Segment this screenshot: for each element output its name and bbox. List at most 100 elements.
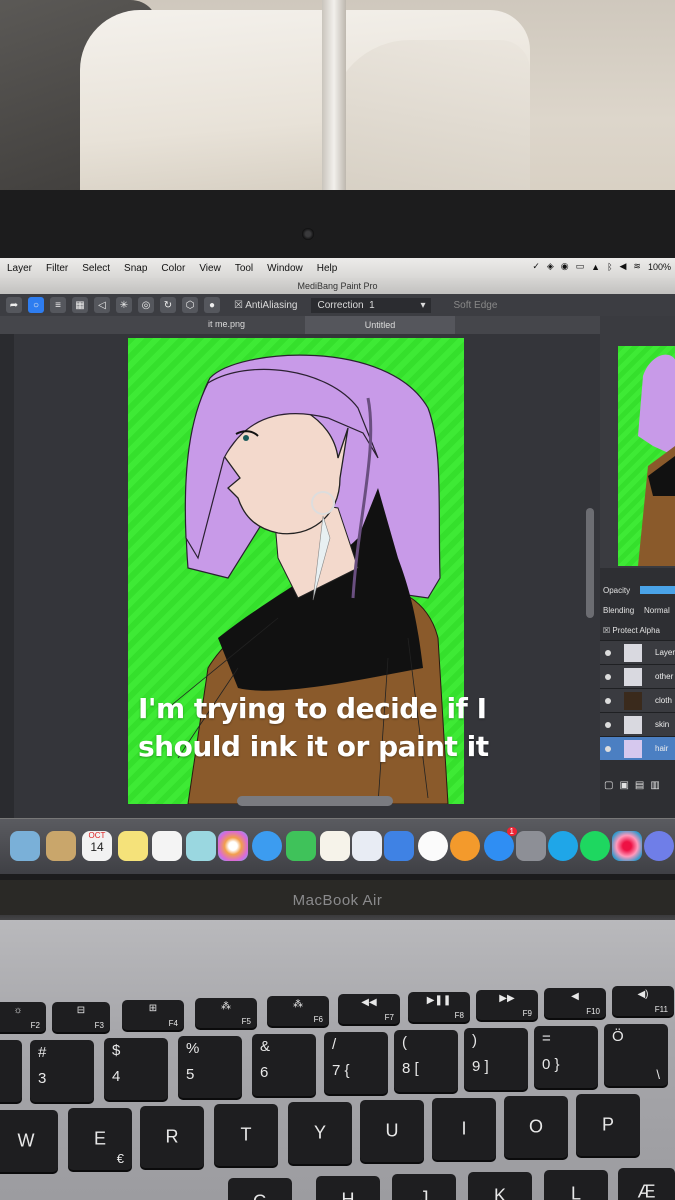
menu-filter[interactable]: Filter — [39, 263, 75, 274]
key-t[interactable]: T — [214, 1104, 278, 1166]
shield-icon[interactable]: ◈ — [547, 261, 554, 272]
visibility-icon[interactable] — [605, 722, 611, 728]
menu-select[interactable]: Select — [75, 263, 117, 274]
concentric-select-icon[interactable]: ◎ — [138, 297, 154, 313]
calendar-icon[interactable]: OCT 14 — [82, 831, 112, 861]
pages-icon[interactable] — [320, 831, 350, 861]
key-o-umlaut[interactable]: Ö \ — [604, 1024, 668, 1086]
menu-color[interactable]: Color — [154, 263, 192, 274]
duplicate-layer-icon[interactable]: ▣ — [619, 780, 628, 791]
key-j[interactable]: J — [392, 1174, 456, 1200]
correction-select[interactable]: Correction 1 ▾ — [311, 297, 432, 313]
music-icon[interactable] — [418, 831, 448, 861]
antialiasing-checkbox[interactable]: ☒ AntiAliasing — [234, 300, 297, 311]
visibility-icon[interactable] — [605, 698, 611, 704]
layer-row-skin[interactable]: skin — [600, 712, 675, 736]
key-6[interactable]: & 6 — [252, 1034, 316, 1096]
key-r[interactable]: R — [140, 1106, 204, 1168]
menu-view[interactable]: View — [192, 263, 228, 274]
layer-row-cloth[interactable]: cloth — [600, 688, 675, 712]
visibility-icon[interactable] — [605, 746, 611, 752]
key-f3[interactable]: ⊟ F3 — [52, 1002, 110, 1032]
key-7[interactable]: /7 { — [324, 1032, 388, 1094]
key-f10[interactable]: ◀ F10 — [544, 988, 606, 1018]
chrome-icon[interactable] — [612, 831, 642, 861]
books-icon[interactable] — [450, 831, 480, 861]
new-layer-icon[interactable]: ▢ — [604, 780, 613, 791]
key-l[interactable]: L — [544, 1170, 608, 1200]
key-u[interactable]: U — [360, 1100, 424, 1162]
curve-select-icon[interactable]: ↻ — [160, 297, 176, 313]
numbers-icon[interactable] — [352, 831, 382, 861]
menu-help[interactable]: Help — [310, 263, 345, 274]
key-8[interactable]: (8 [ — [394, 1030, 458, 1092]
sync-icon[interactable]: ◉ — [561, 261, 569, 272]
spotify-icon[interactable] — [580, 831, 610, 861]
folder-icon[interactable]: ▤ — [635, 780, 644, 791]
key-g[interactable]: G — [228, 1178, 292, 1200]
horizontal-scrollbar[interactable] — [237, 796, 393, 806]
key-5[interactable]: % 5 — [178, 1036, 242, 1098]
key-f6[interactable]: ⁂ F6 — [267, 996, 329, 1026]
arrow-tool-icon[interactable]: ➦ — [6, 297, 22, 313]
bluetooth-icon[interactable]: ᛒ — [607, 262, 612, 272]
key-2[interactable] — [0, 1040, 22, 1102]
key-f2[interactable]: ☼ F2 — [0, 1002, 46, 1032]
visibility-icon[interactable] — [605, 674, 611, 680]
facetime-icon[interactable] — [286, 831, 316, 861]
key-9[interactable]: ) 9 ] — [464, 1028, 528, 1090]
key-w[interactable]: W — [0, 1110, 58, 1172]
preview-icon[interactable] — [10, 831, 40, 861]
key-f5[interactable]: ⁂ F5 — [195, 998, 257, 1028]
key-p[interactable]: P — [576, 1094, 640, 1156]
vertical-scrollbar[interactable] — [586, 508, 594, 618]
key-f11[interactable]: ◀) F11 — [612, 986, 674, 1016]
wifi-icon[interactable]: ≋ — [633, 261, 641, 272]
grid-select-icon[interactable]: ▦ — [72, 297, 88, 313]
key-0[interactable]: = 0 } — [534, 1026, 598, 1088]
protect-alpha-checkbox[interactable]: ☒ Protect Alpha — [603, 626, 660, 635]
key-y[interactable]: Y — [288, 1102, 352, 1164]
system-preferences-icon[interactable] — [516, 831, 546, 861]
polygon-select-icon[interactable]: ⬡ — [182, 297, 198, 313]
check-icon[interactable]: ✓ — [532, 261, 540, 272]
discord-icon[interactable] — [644, 831, 674, 861]
layer-row-layer[interactable]: Layer — [600, 640, 675, 664]
key-f4[interactable]: ⊞ F4 — [122, 1000, 184, 1030]
photo-booth-icon[interactable] — [186, 831, 216, 861]
messages-icon[interactable] — [252, 831, 282, 861]
visibility-icon[interactable] — [605, 650, 611, 656]
tab-untitled[interactable]: Untitled — [305, 316, 455, 334]
key-o[interactable]: O — [504, 1096, 568, 1158]
lasso-select-icon[interactable]: ○ — [28, 297, 44, 313]
tab-it-me[interactable]: it me.png — [208, 319, 245, 329]
reminders-icon[interactable] — [152, 831, 182, 861]
photos-icon[interactable] — [218, 831, 248, 861]
blending-select[interactable]: Normal — [644, 606, 670, 615]
key-i[interactable]: I — [432, 1098, 496, 1160]
volume-icon[interactable]: ◀ — [620, 261, 627, 272]
key-ae[interactable]: Æ — [618, 1168, 675, 1200]
angle-select-icon[interactable]: ◁ — [94, 297, 110, 313]
navigator-preview[interactable] — [618, 346, 675, 566]
soft-edge-option[interactable]: Soft Edge — [453, 300, 497, 311]
stripes-select-icon[interactable]: ≡ — [50, 297, 66, 313]
key-f7[interactable]: ◀◀ F7 — [338, 994, 400, 1024]
radial-select-icon[interactable]: ✳ — [116, 297, 132, 313]
key-f8[interactable]: ▶❚❚ F8 — [408, 992, 470, 1022]
layer-row-other[interactable]: other — [600, 664, 675, 688]
key-h[interactable]: H — [316, 1176, 380, 1200]
notes-icon[interactable] — [118, 831, 148, 861]
keynote-icon[interactable] — [384, 831, 414, 861]
app-store-icon[interactable]: 1 — [484, 827, 517, 861]
menu-layer[interactable]: Layer — [0, 263, 39, 274]
disabled-tool-icon[interactable]: ● — [204, 297, 220, 313]
battery-percent[interactable]: 100% — [648, 262, 671, 272]
archive-icon[interactable] — [46, 831, 76, 861]
key-e[interactable]: E € — [68, 1108, 132, 1170]
key-f9[interactable]: ▶▶ F9 — [476, 990, 538, 1020]
skype-icon[interactable] — [548, 831, 578, 861]
menu-tool[interactable]: Tool — [228, 263, 260, 274]
menu-window[interactable]: Window — [260, 263, 310, 274]
display-icon[interactable]: ▭ — [576, 261, 585, 272]
